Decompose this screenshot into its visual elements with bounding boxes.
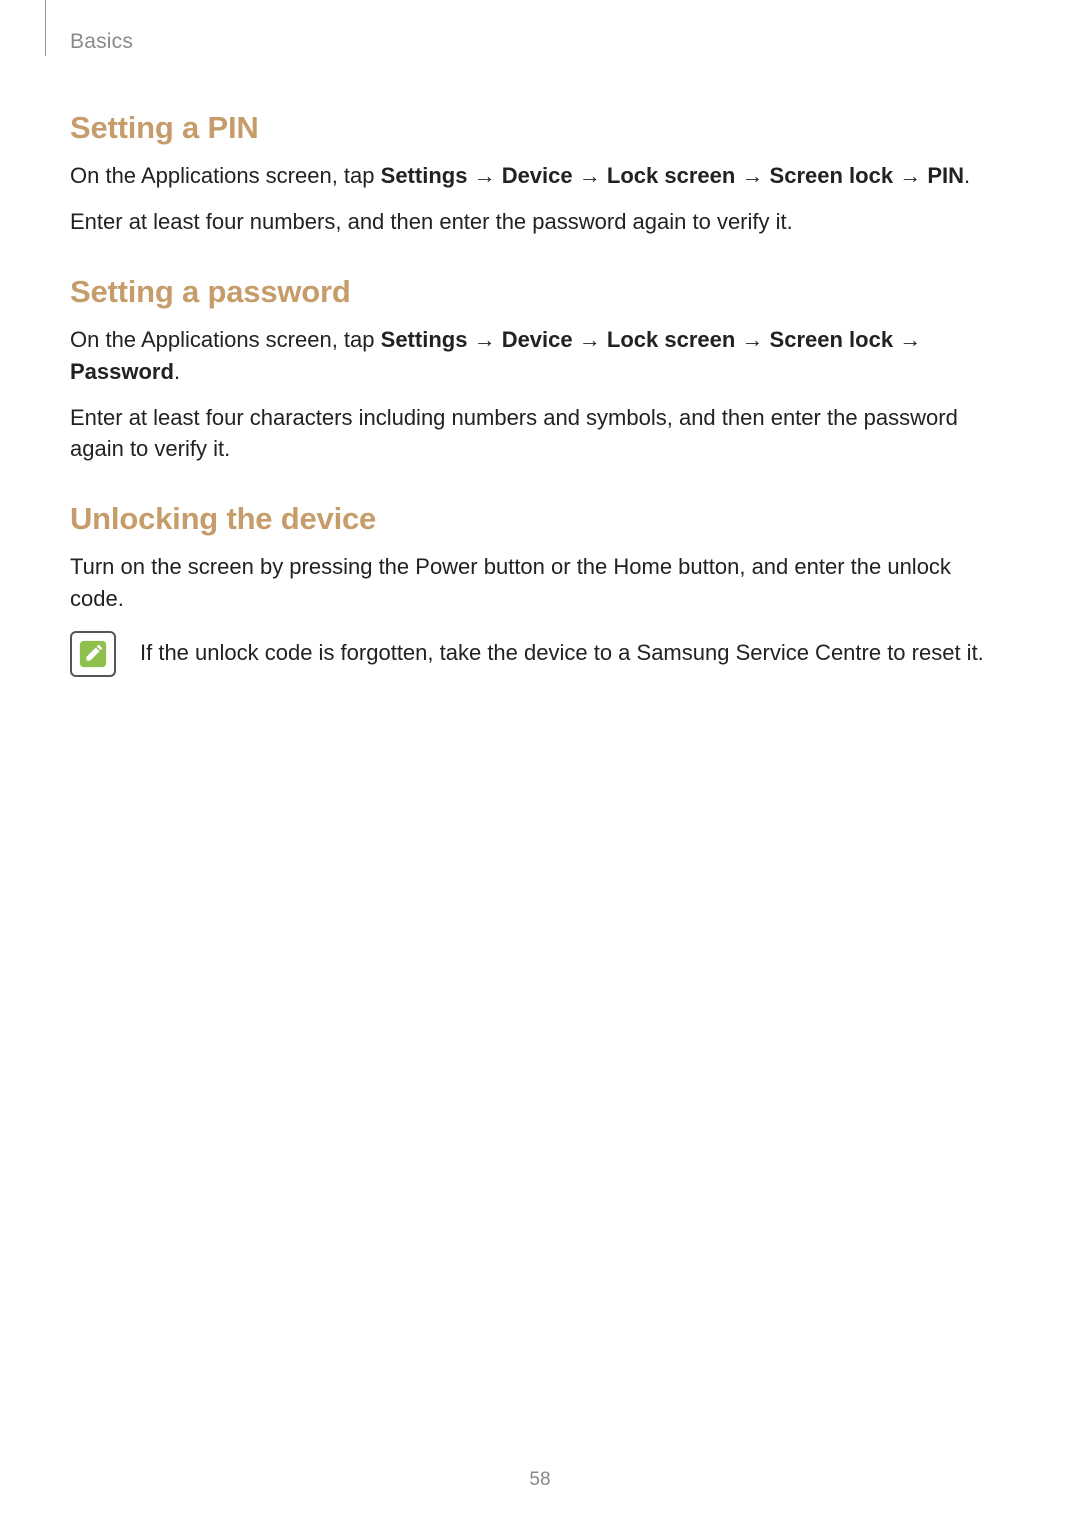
- path-lock-screen: Lock screen: [607, 327, 735, 352]
- section-setting-password: Setting a password On the Applications s…: [70, 274, 1010, 466]
- section-setting-pin: Setting a PIN On the Applications screen…: [70, 110, 1010, 238]
- arrow-icon: →: [579, 163, 601, 188]
- password-instruction-detail: Enter at least four characters including…: [70, 402, 1010, 466]
- heading-unlocking-device: Unlocking the device: [70, 501, 1010, 537]
- arrow-icon: →: [899, 327, 921, 352]
- heading-setting-pin: Setting a PIN: [70, 110, 1010, 146]
- text: On the Applications screen, tap: [70, 327, 381, 352]
- arrow-icon: →: [741, 327, 763, 352]
- path-device: Device: [502, 327, 573, 352]
- page-number: 58: [0, 1469, 1080, 1491]
- note-callout: If the unlock code is forgotten, take th…: [70, 629, 1010, 677]
- page-header: Basics: [70, 30, 1010, 60]
- arrow-icon: →: [474, 163, 496, 188]
- text: .: [174, 359, 180, 384]
- path-pin: PIN: [927, 163, 964, 188]
- text: .: [964, 163, 970, 188]
- path-device: Device: [502, 163, 573, 188]
- pencil-note-icon: [78, 639, 108, 669]
- manual-page: Basics Setting a PIN On the Applications…: [0, 0, 1080, 1527]
- path-lock-screen: Lock screen: [607, 163, 735, 188]
- arrow-icon: →: [899, 163, 921, 188]
- path-settings: Settings: [381, 163, 468, 188]
- pin-instruction-detail: Enter at least four numbers, and then en…: [70, 206, 1010, 238]
- arrow-icon: →: [579, 327, 601, 352]
- header-rule: [45, 0, 46, 56]
- path-screen-lock: Screen lock: [770, 163, 894, 188]
- section-unlocking-device: Unlocking the device Turn on the screen …: [70, 501, 1010, 677]
- breadcrumb: Basics: [70, 30, 133, 53]
- text: On the Applications screen, tap: [70, 163, 381, 188]
- arrow-icon: →: [474, 327, 496, 352]
- unlock-instruction: Turn on the screen by pressing the Power…: [70, 551, 1010, 615]
- heading-setting-password: Setting a password: [70, 274, 1010, 310]
- note-text: If the unlock code is forgotten, take th…: [140, 629, 984, 669]
- pin-instruction-path: On the Applications screen, tap Settings…: [70, 160, 1010, 192]
- path-settings: Settings: [381, 327, 468, 352]
- path-password: Password: [70, 359, 174, 384]
- arrow-icon: →: [741, 163, 763, 188]
- password-instruction-path: On the Applications screen, tap Settings…: [70, 324, 1010, 388]
- note-icon: [70, 631, 116, 677]
- path-screen-lock: Screen lock: [770, 327, 894, 352]
